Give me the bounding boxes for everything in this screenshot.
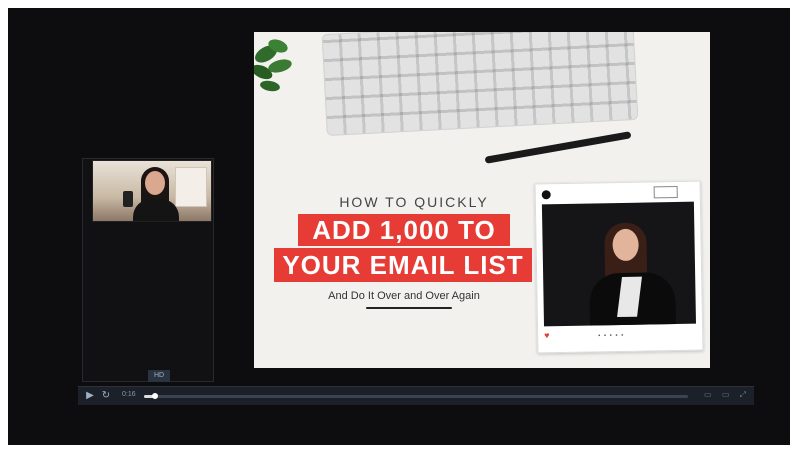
pen-image [484,131,632,164]
time-display: 0:16 [122,391,136,398]
slide-title-line2: ADD 1,000 TO [298,214,510,246]
presentation-slide: HOW TO QUICKLY ADD 1,000 TO YOUR EMAIL L… [254,32,710,368]
keyboard-image [321,32,639,137]
webcam-person-body [133,199,179,221]
player-controls: ▶ ↻ 0:16 ▭ ▭ ⤢ [78,386,754,405]
skip-icon[interactable]: ↻ [100,390,112,402]
heart-icon: ♥ [544,330,550,341]
webcam-feed [92,160,212,222]
instagram-post-card: ♥ • • • • • [534,180,704,354]
slide-title-line3: YOUR EMAIL LIST [274,248,532,282]
webcam-person-face [145,171,165,195]
instagram-post-header [541,185,692,203]
video-screen: HD HOW TO QUICKLY ADD 1,000 TO YOUR EMAI… [8,8,790,445]
plant-image [254,39,292,92]
profile-photo [541,201,697,327]
slide-subtitle: And Do It Over and Over Again [328,290,480,302]
player-right-icons[interactable]: ▭ ▭ ⤢ [704,390,750,400]
webcam-phone [123,191,133,207]
avatar [541,190,551,200]
subtitle-underline [366,307,452,309]
slide-title-line1: HOW TO QUICKLY [339,194,489,210]
progress-knob[interactable] [151,393,158,399]
webcam-badge[interactable]: HD [148,370,170,382]
progress-bar[interactable] [144,393,688,399]
follow-button [653,185,678,199]
play-icon[interactable]: ▶ [84,390,96,402]
carousel-dots: • • • • • [598,332,625,340]
webcam-background-shelf [175,167,207,207]
